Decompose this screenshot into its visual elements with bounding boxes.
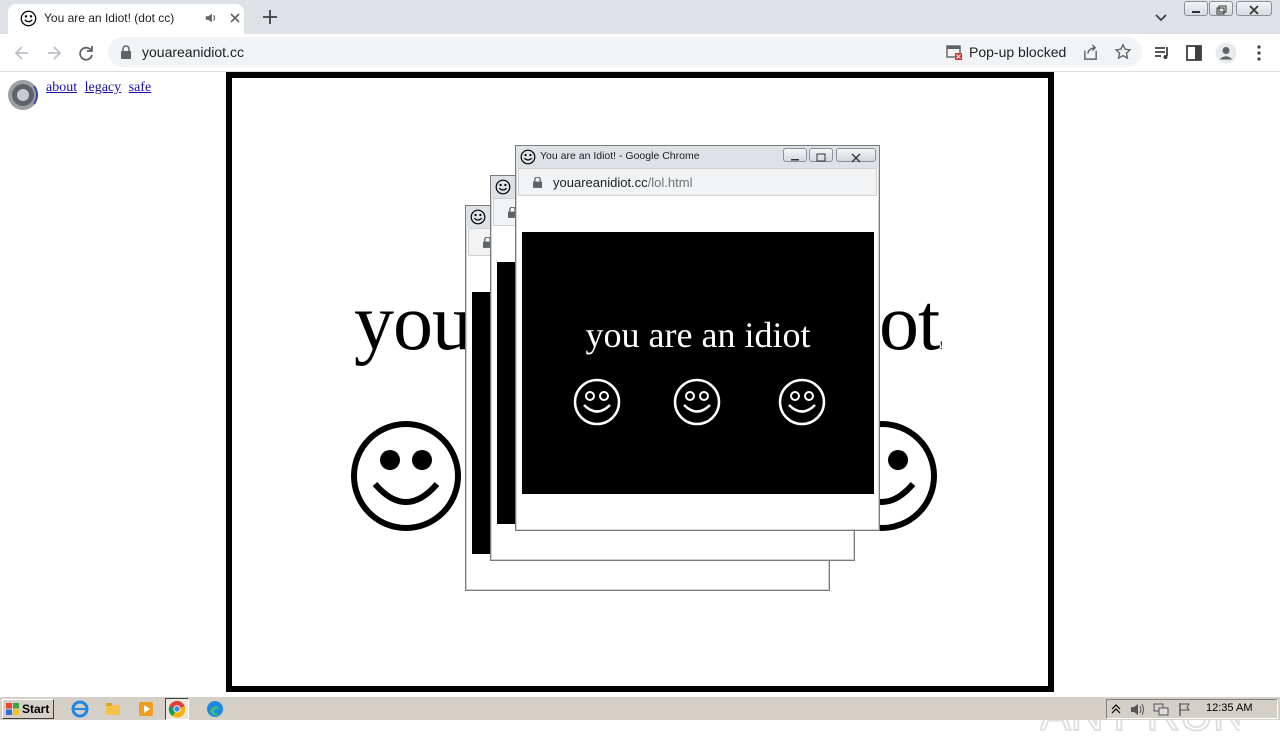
browser-tab[interactable]: You are an Idiot! (dot cc)	[8, 4, 244, 34]
media-control-icon[interactable]	[1152, 43, 1172, 63]
small-smiley-icon	[573, 378, 621, 426]
big-smiley-left-icon	[351, 421, 461, 531]
start-button[interactable]: Start	[2, 699, 54, 719]
windows-logo-icon	[6, 703, 19, 715]
bookmark-star-icon[interactable]	[1114, 43, 1132, 61]
smiley-favicon-icon	[20, 10, 37, 27]
smiley-favicon-icon	[470, 209, 486, 225]
safe-link[interactable]: safe	[129, 80, 152, 95]
popup-title: You are an Idiot! - Google Chrome	[540, 150, 700, 162]
side-panel-icon[interactable]	[1184, 43, 1204, 63]
audio-playing-icon[interactable]	[204, 11, 218, 25]
chrome-icon	[168, 700, 186, 718]
popup-content: you are an idiot	[522, 232, 874, 494]
restore-button[interactable]	[1209, 1, 1233, 16]
edge-icon[interactable]	[205, 699, 225, 719]
media-player-icon[interactable]	[136, 699, 156, 719]
big-text-left: you	[354, 279, 472, 367]
maximize-icon	[816, 153, 826, 162]
small-smiley-icon	[778, 378, 826, 426]
forward-icon[interactable]	[44, 43, 64, 63]
nav-links: about legacy safe	[46, 80, 155, 96]
popup-url: youareanidiot.cc/lol.html	[553, 175, 692, 190]
restore-icon	[1216, 5, 1227, 15]
system-tray: 12:35 AM	[1106, 699, 1278, 719]
close-icon	[851, 153, 861, 163]
action-center-flag-icon[interactable]	[1177, 702, 1193, 717]
small-smiley-icon	[673, 378, 721, 426]
profile-avatar-icon[interactable]	[1215, 42, 1237, 64]
address-bar[interactable]: youareanidiot.cc Pop-up blocked	[108, 37, 1142, 67]
popup-blocked-icon[interactable]	[946, 45, 962, 60]
browser-toolbar: youareanidiot.cc Pop-up blocked	[0, 34, 1280, 72]
popup-titlebar[interactable]: You are an Idiot! - Google Chrome	[516, 146, 879, 168]
url-text: youareanidiot.cc	[142, 44, 244, 60]
smiley-favicon-icon	[495, 179, 511, 195]
tab-strip: You are an Idiot! (dot cc)	[0, 0, 1280, 34]
popup-close-button[interactable]	[836, 148, 876, 163]
popup-blocked-label[interactable]: Pop-up blocked	[969, 44, 1066, 60]
chevron-down-icon[interactable]	[1152, 8, 1170, 26]
about-link[interactable]: about	[46, 80, 77, 95]
minimize-icon	[1192, 11, 1200, 13]
clock[interactable]: 12:35 AM	[1206, 702, 1252, 714]
chrome-taskbar-button[interactable]	[165, 698, 189, 720]
minimize-button[interactable]	[1184, 1, 1208, 16]
lock-icon	[121, 45, 131, 59]
popup-minimize-button[interactable]	[783, 148, 807, 162]
close-icon	[1249, 5, 1259, 15]
popup-url-path: /lol.html	[647, 175, 693, 190]
internet-explorer-icon[interactable]	[70, 699, 90, 719]
big-text-right: ot	[879, 279, 940, 367]
close-window-button[interactable]	[1236, 1, 1272, 16]
big-text-tail: !	[939, 338, 943, 352]
menu-kebab-icon[interactable]	[1249, 43, 1269, 63]
file-explorer-icon[interactable]	[103, 699, 123, 719]
legacy-link[interactable]: legacy	[85, 80, 122, 95]
network-icon[interactable]	[1153, 702, 1169, 717]
volume-icon[interactable]	[1129, 702, 1145, 717]
minimize-icon	[791, 159, 799, 161]
smiley-favicon-icon	[520, 149, 536, 165]
start-label: Start	[22, 702, 50, 716]
new-tab-icon[interactable]	[260, 7, 280, 27]
lock-icon	[533, 177, 542, 188]
popup-maximize-button[interactable]	[809, 148, 833, 162]
taskbar: Start 12:35 AM	[0, 696, 1280, 720]
popup-message: you are an idiot	[585, 315, 811, 355]
popup-url-domain: youareanidiot.cc	[553, 175, 648, 190]
web-page: about legacy safe you ot! You are an Idi…	[0, 72, 1280, 741]
close-tab-icon[interactable]	[227, 10, 243, 26]
share-icon[interactable]	[1082, 44, 1099, 61]
speaker-icon[interactable]	[6, 78, 40, 112]
show-hidden-icons-icon[interactable]	[1111, 703, 1121, 715]
popup-address-bar[interactable]: youareanidiot.cc/lol.html	[518, 168, 877, 196]
tab-title: You are an Idiot! (dot cc)	[44, 11, 175, 25]
reload-icon[interactable]	[76, 43, 96, 63]
back-icon[interactable]	[12, 43, 32, 63]
popup-window-front[interactable]: You are an Idiot! - Google Chrome youare…	[515, 145, 880, 531]
